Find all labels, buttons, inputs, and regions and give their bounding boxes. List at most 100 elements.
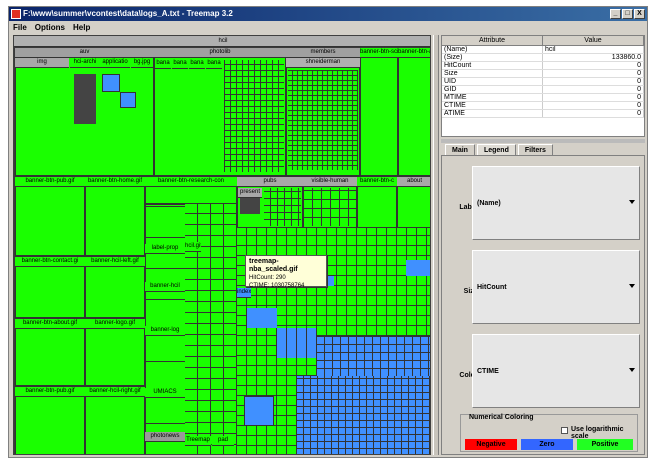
horizontal-split-divider[interactable] (441, 139, 645, 143)
treemap-node[interactable] (277, 328, 317, 358)
treemap-node[interactable] (85, 176, 145, 256)
table-row[interactable]: ATIME 0 (442, 110, 644, 118)
maximize-button[interactable]: □ (622, 9, 633, 19)
treemap-node[interactable] (224, 60, 284, 172)
table-row[interactable]: CTIME 0 (442, 102, 644, 110)
size-select[interactable]: HitCount (472, 250, 640, 324)
treemap-group-label[interactable]: bana (206, 59, 222, 69)
treemap-group-label[interactable]: banner-logo.gif (85, 319, 145, 329)
treemap-group-label[interactable]: label-prop (145, 244, 185, 254)
treemap-root-label[interactable]: hcil (14, 36, 430, 47)
label-select-value: (Name) (477, 200, 501, 207)
treemap-group-label[interactable]: banner-btn-about.gif (15, 319, 85, 329)
title-bar[interactable]: F:\www\summer\vcontest\data\logs_A.txt -… (9, 7, 647, 21)
tooltip-title: treemap-nba_scaled.gif (249, 258, 298, 273)
treemap-group-label[interactable]: banner-btn-contact.gi (15, 257, 85, 267)
treemap-group-label[interactable]: shneiderman (286, 58, 360, 68)
treemap-group-label[interactable]: banner-hcil (145, 282, 185, 292)
app-icon (11, 9, 21, 19)
treemap-node[interactable] (297, 376, 430, 454)
treemap-node[interactable] (74, 74, 96, 124)
tab-legend[interactable]: Legend (476, 144, 516, 155)
attribute-column-header[interactable]: Attribute (442, 36, 543, 45)
treemap-group-label[interactable]: about (397, 177, 430, 187)
treemap-node[interactable] (244, 396, 274, 426)
treemap-group-label[interactable]: banner-btn-pub.gif (15, 387, 85, 397)
treemap-group-label[interactable]: visible-human (303, 177, 357, 187)
chevron-down-icon (629, 200, 635, 204)
treemap-group-label[interactable]: bana (155, 59, 171, 69)
table-row[interactable]: GID 0 (442, 86, 644, 94)
positive-color-button[interactable]: Positive (577, 439, 633, 450)
menu-options[interactable]: Options (35, 22, 65, 34)
treemap-node[interactable] (360, 48, 398, 176)
treemap-group-label[interactable]: applicatio (100, 58, 130, 68)
minimize-button[interactable]: _ (610, 9, 621, 19)
table-row[interactable]: (Size) 133860.0 (442, 54, 644, 62)
treemap-group-label[interactable]: banner-btn-research-con (145, 177, 237, 187)
table-row[interactable]: HitCount 0 (442, 62, 644, 70)
tab-filters[interactable]: Filters (517, 144, 553, 155)
color-select[interactable]: CTIME (472, 334, 640, 408)
treemap-node[interactable] (398, 48, 430, 176)
log-scale-label[interactable]: Use logarithmic scale (571, 426, 637, 440)
attr-name: HitCount (442, 62, 543, 69)
treemap-group-label[interactable]: banner-btn-c (357, 177, 397, 187)
treemap-group-label[interactable]: photonews (145, 432, 185, 442)
menu-file[interactable]: File (13, 22, 27, 34)
menu-help[interactable]: Help (73, 22, 90, 34)
table-row[interactable]: MTIME 0 (442, 94, 644, 102)
menu-bar: File Options Help (9, 22, 647, 34)
treemap-node[interactable] (406, 260, 430, 276)
attr-name: (Size) (442, 54, 543, 61)
treemap-node[interactable] (240, 198, 260, 214)
treemap-node[interactable] (102, 74, 120, 92)
treemap-node[interactable] (288, 70, 358, 170)
treemap-group-label[interactable]: hci-archi (70, 58, 100, 68)
attr-name: ATIME (442, 110, 543, 117)
table-row[interactable]: UID 0 (442, 78, 644, 86)
chevron-down-icon (629, 368, 635, 372)
treemap-node[interactable] (317, 336, 430, 376)
treemap-group-label[interactable]: banner-btn-pub.gif (15, 177, 85, 187)
log-scale-checkbox[interactable] (561, 427, 568, 434)
treemap-node[interactable] (120, 92, 136, 108)
treemap-group-label[interactable]: members (286, 48, 360, 58)
treemap-canvas[interactable]: hcil auv img hci-archi applicatio bg.jpg… (13, 35, 431, 455)
treemap-group-label[interactable]: pubs (237, 177, 303, 187)
treemap-group-label[interactable]: banner-hcil-left.gif (85, 257, 145, 267)
treemap-group-label[interactable]: pad (212, 436, 234, 446)
color-select-value: CTIME (477, 368, 499, 375)
close-button[interactable]: X (634, 9, 645, 19)
table-row[interactable]: Size 0 (442, 70, 644, 78)
treemap-group-label[interactable]: banner-hcil-right.gif (85, 387, 145, 397)
treemap-group-label[interactable]: bana (189, 59, 205, 69)
treemap-group-label[interactable]: Treemap (185, 436, 211, 446)
split-pane-divider[interactable] (433, 35, 439, 455)
zero-color-button[interactable]: Zero (521, 439, 573, 450)
treemap-group-label[interactable]: banner-btn-acce (398, 48, 430, 58)
window-title: F:\www\summer\vcontest\data\logs_A.txt -… (23, 9, 233, 18)
attr-name: CTIME (442, 102, 543, 109)
treemap-group-label[interactable]: bg.jpg (131, 58, 153, 68)
table-row[interactable]: (Name) hcil (442, 46, 644, 54)
treemap-group-label[interactable]: hcil.gif (185, 242, 201, 252)
attribute-table[interactable]: Attribute Value (Name) hcil (Size) 133860.… (441, 35, 645, 137)
treemap-group-label[interactable]: banner-btn-home.gif (85, 177, 145, 187)
treemap-group-label[interactable]: img (15, 58, 69, 68)
tab-main[interactable]: Main (445, 144, 475, 155)
treemap-node[interactable] (15, 176, 85, 256)
treemap-group-label[interactable]: UMIACS (145, 388, 185, 398)
treemap-node[interactable] (247, 308, 277, 328)
treemap-node[interactable] (264, 188, 301, 226)
negative-color-button[interactable]: Negative (465, 439, 517, 450)
value-column-header[interactable]: Value (543, 36, 644, 45)
label-select[interactable]: (Name) (472, 166, 640, 240)
treemap-group-label[interactable]: auv (15, 48, 154, 58)
treemap-group-label[interactable]: banner-log (145, 326, 185, 336)
treemap-group-label[interactable]: bana (172, 59, 188, 69)
treemap-group-label[interactable]: present (238, 188, 262, 198)
treemap-group-label[interactable]: photolib (154, 48, 286, 58)
treemap-node[interactable] (304, 188, 356, 226)
treemap-group-label[interactable]: banner-btn-scien (360, 48, 398, 58)
